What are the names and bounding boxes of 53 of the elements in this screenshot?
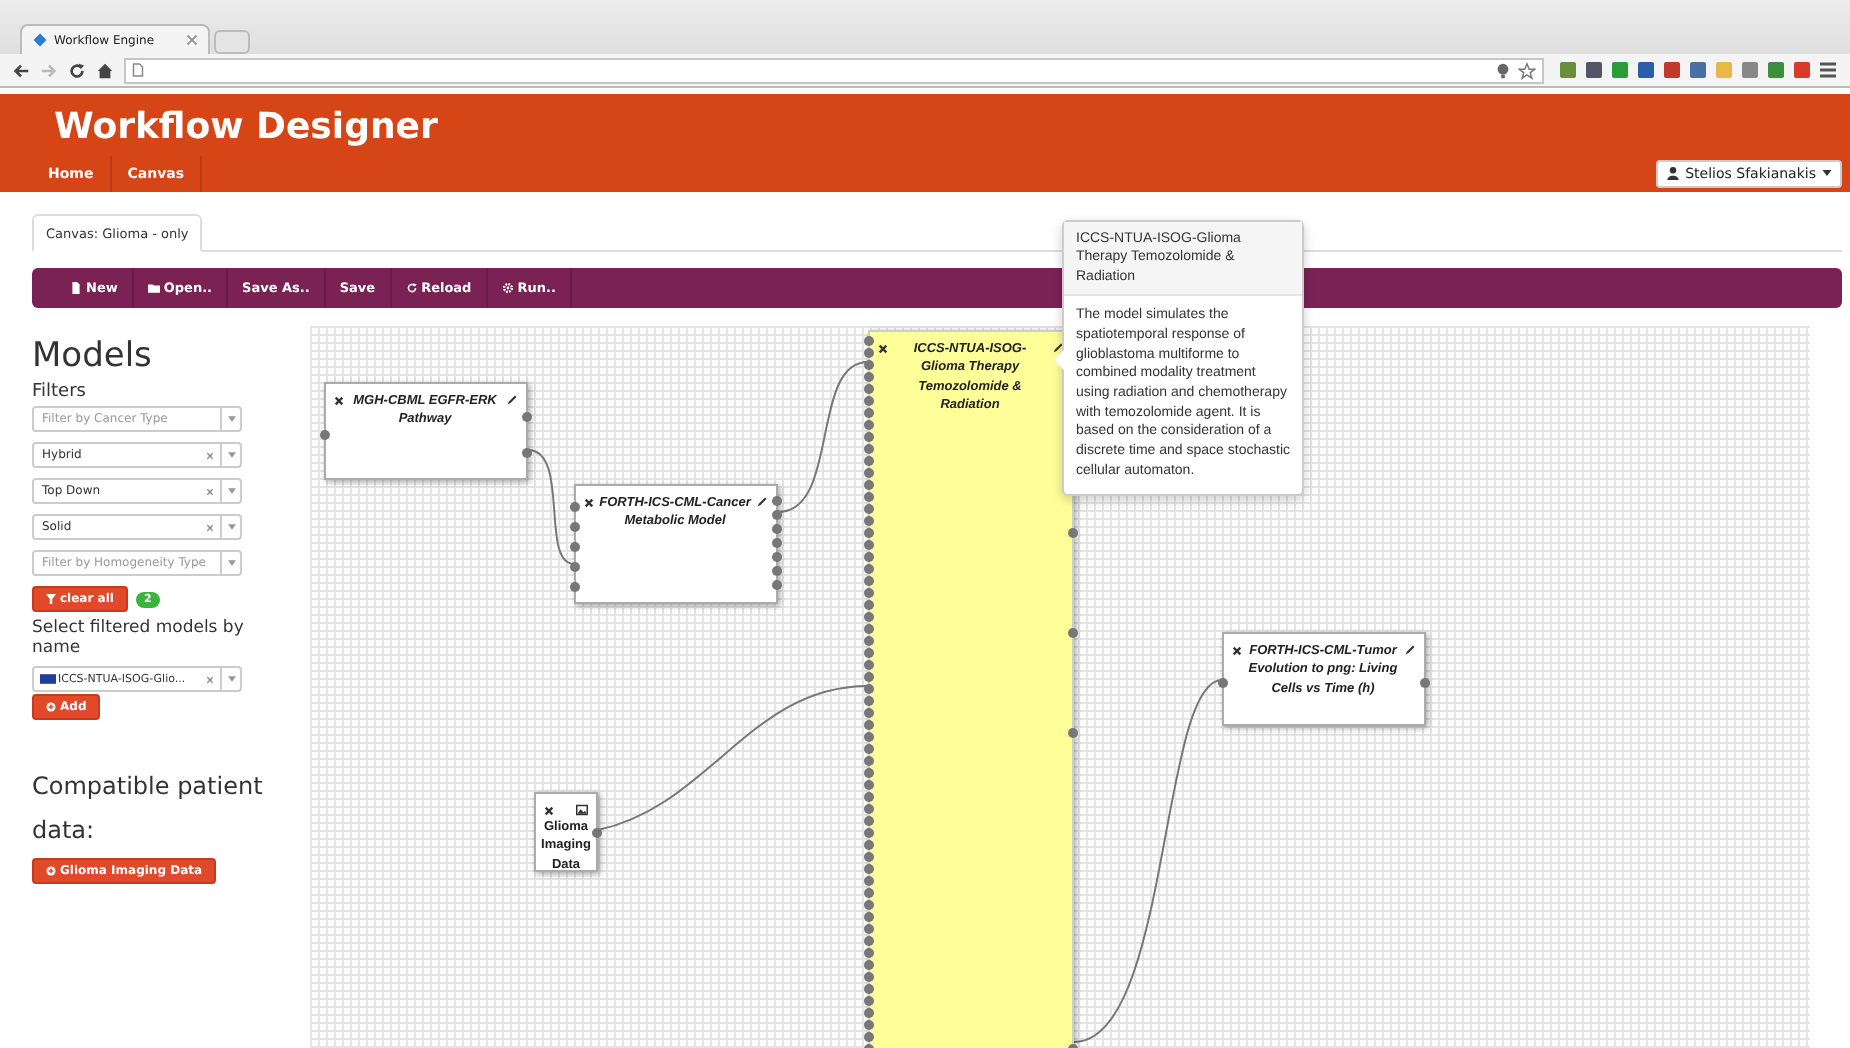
caret-icon[interactable]: [227, 488, 235, 494]
caret-icon[interactable]: [227, 560, 235, 566]
port[interactable]: [1068, 727, 1078, 737]
image-icon: [576, 804, 588, 816]
close-icon[interactable]: [544, 806, 554, 816]
star-icon[interactable]: [1518, 61, 1536, 79]
clear-icon[interactable]: [206, 675, 214, 684]
close-icon[interactable]: [584, 498, 594, 508]
person-icon: [1665, 166, 1680, 180]
close-icon[interactable]: [878, 344, 888, 354]
pencil-icon[interactable]: [1404, 644, 1416, 656]
file-icon: [70, 282, 82, 294]
models-heading: Models: [32, 336, 152, 376]
port[interactable]: [1068, 527, 1078, 537]
connection-line: [527, 449, 575, 565]
caret-icon[interactable]: [227, 452, 235, 458]
reload-icon[interactable]: [68, 61, 86, 79]
gear-icon: [501, 282, 514, 294]
pencil-icon[interactable]: [506, 394, 518, 406]
home-icon[interactable]: [96, 61, 114, 79]
filters-label: Filters: [32, 382, 86, 402]
page-icon: [132, 62, 144, 78]
back-icon[interactable]: [12, 61, 30, 79]
reload-icon: [405, 282, 418, 294]
caret-icon[interactable]: [227, 676, 235, 683]
filter-icon: [46, 594, 56, 604]
pencil-icon[interactable]: [756, 496, 768, 508]
folder-icon: [147, 282, 160, 294]
port[interactable]: [1218, 677, 1228, 687]
close-icon[interactable]: [1232, 646, 1242, 656]
port[interactable]: [592, 827, 602, 837]
caret-icon[interactable]: [227, 416, 235, 422]
caret-icon[interactable]: [227, 524, 235, 530]
close-icon[interactable]: [334, 396, 344, 406]
clear-icon[interactable]: [206, 487, 214, 495]
port[interactable]: [1068, 627, 1078, 637]
port[interactable]: [522, 411, 532, 421]
diamond-icon: [32, 32, 48, 48]
menu-icon[interactable]: [1818, 60, 1838, 80]
select-label: Select filtered models by name: [32, 618, 246, 659]
clear-icon[interactable]: [206, 523, 214, 531]
caret-icon: [1822, 170, 1832, 176]
flag-icon: [40, 674, 56, 685]
port[interactable]: [1420, 677, 1430, 687]
port[interactable]: [522, 447, 532, 457]
pencil-icon[interactable]: [1052, 342, 1064, 354]
clear-icon[interactable]: [206, 451, 214, 459]
patient-data-heading: Compatible patient data:: [32, 770, 265, 848]
plus-circle-icon: [46, 865, 56, 876]
plus-circle-icon: [46, 702, 56, 713]
port[interactable]: [320, 429, 330, 439]
app-title: Workflow Designer: [52, 104, 440, 152]
bulb-icon[interactable]: [1494, 61, 1512, 79]
